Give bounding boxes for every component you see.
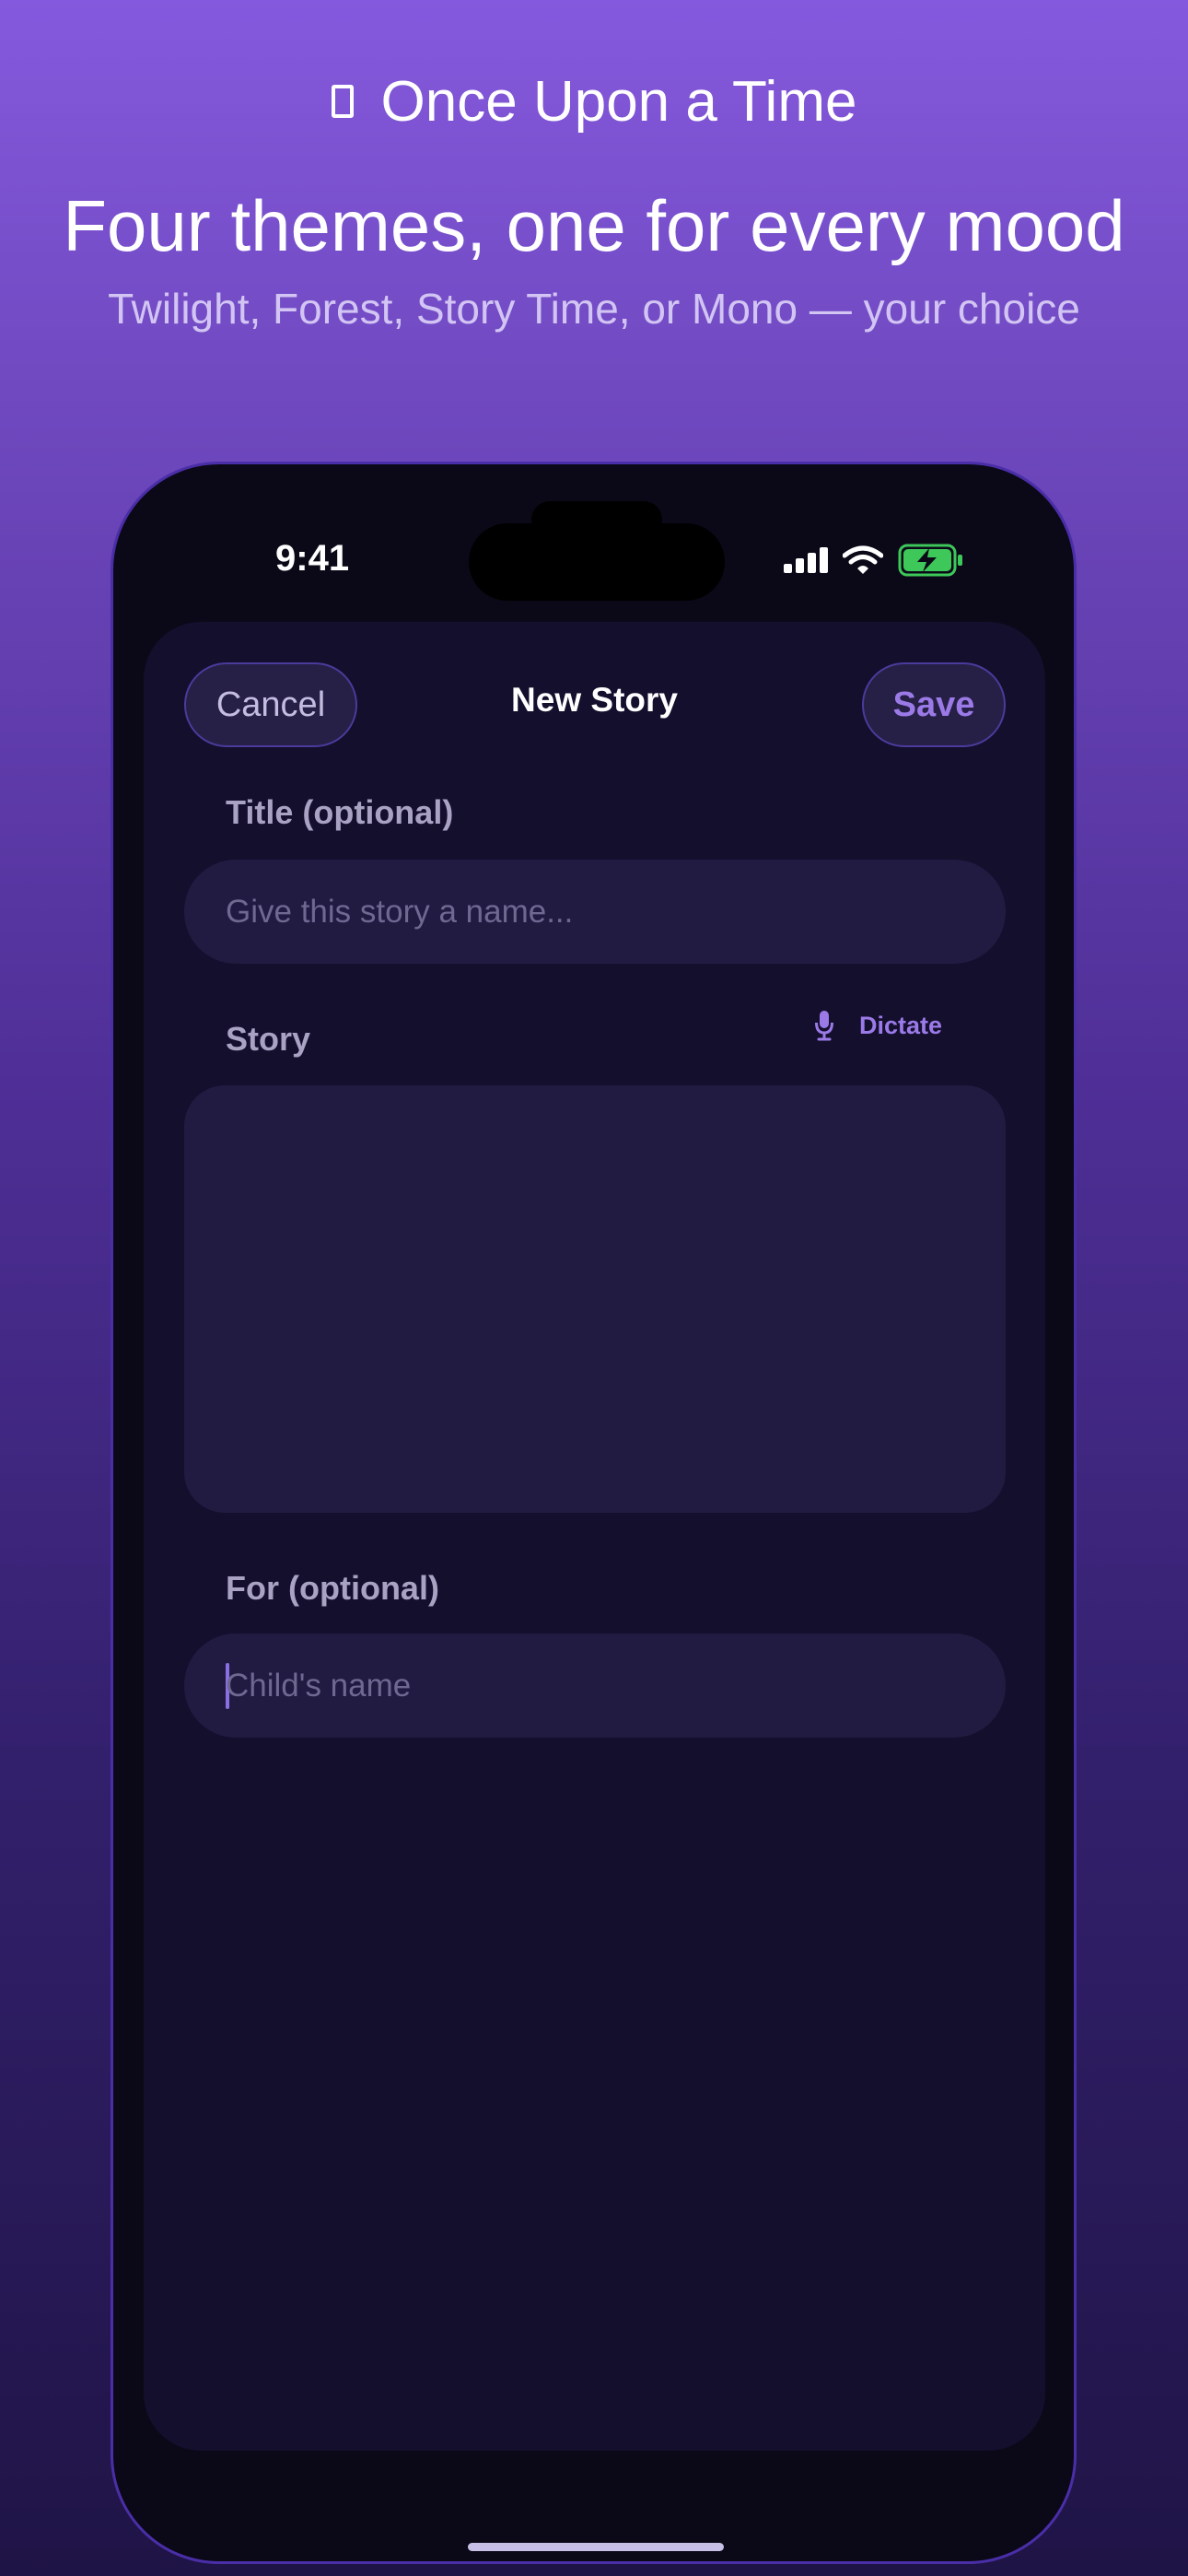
phone-frame: 9:41 Cancel New Story Save Title (option… [111, 462, 1077, 2564]
microphone-icon [815, 1011, 833, 1041]
home-indicator[interactable] [468, 2543, 724, 2551]
title-placeholder: Give this story a name... [226, 893, 574, 930]
dictate-label: Dictate [859, 1011, 943, 1039]
wifi-icon [843, 545, 883, 574]
app-title: Once Upon a Time [380, 69, 857, 134]
for-field-label: For (optional) [226, 1569, 439, 1607]
status-time: 9:41 [275, 538, 350, 579]
story-field-label: Story [226, 1020, 311, 1058]
save-button[interactable]: Save [862, 662, 1006, 747]
book-icon [331, 85, 354, 118]
new-story-sheet: Cancel New Story Save Title (optional) G… [144, 622, 1045, 2451]
child-name-placeholder: Child's name [226, 1667, 412, 1704]
dynamic-island [469, 523, 725, 601]
status-icons [784, 540, 968, 577]
title-input[interactable]: Give this story a name... [184, 860, 1006, 964]
dictate-button[interactable]: Dictate [815, 1007, 942, 1044]
marketing-headline: Four themes, one for every mood [63, 185, 1125, 266]
app-brand: Once Upon a Time [0, 64, 1188, 138]
title-field-label: Title (optional) [226, 793, 454, 831]
cellular-signal-icon [784, 540, 830, 577]
battery-charging-icon [898, 544, 962, 577]
marketing-subline: Twilight, Forest, Story Time, or Mono — … [108, 285, 1080, 333]
story-textarea[interactable] [184, 1085, 1006, 1513]
child-name-input[interactable]: Child's name [184, 1633, 1006, 1738]
